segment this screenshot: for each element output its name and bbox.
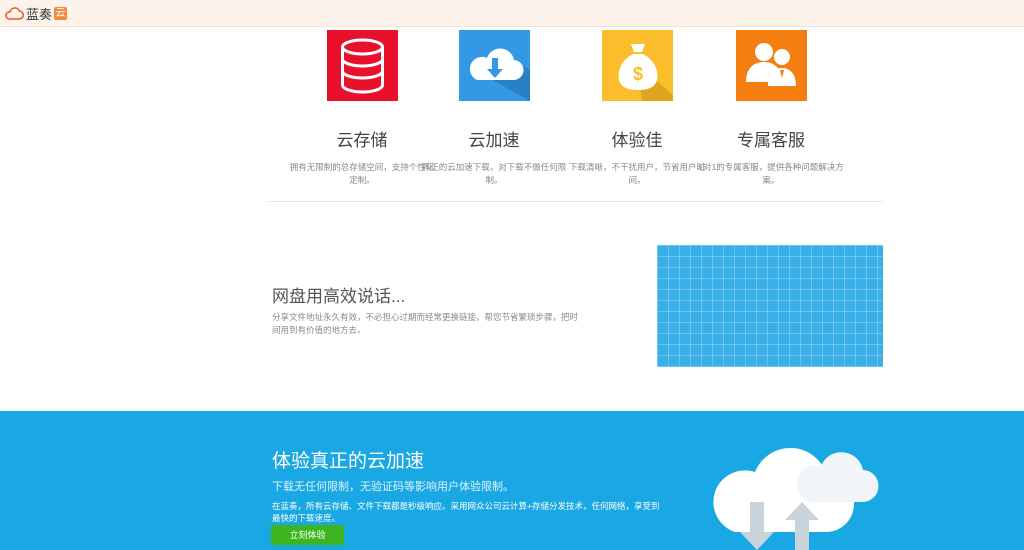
logo[interactable]: 蓝奏 云	[4, 3, 68, 23]
feature-desc: 下载清晰，不干扰用户，节省用户时间。	[568, 162, 705, 185]
svg-text:$: $	[632, 64, 642, 84]
logo-text: 蓝奏	[26, 6, 53, 22]
feature-desc: 1对1的专属客服，提供各种问题解决方案。	[698, 162, 844, 185]
feature-title: 体验佳	[611, 131, 663, 150]
promo-title: 体验真正的云加速	[272, 451, 425, 472]
section-divider	[268, 201, 883, 202]
feature-title: 云加速	[468, 131, 520, 150]
section-desc: 分享文件地址永久有效，不必担心过期而经常更换链接，帮您节省繁琐步骤，把时间用到有…	[272, 312, 579, 335]
customer-service-icon	[735, 30, 807, 101]
feature-desc: 拥有无限制的总存储空间，支持个性化定制。	[289, 162, 435, 185]
database-icon	[326, 30, 398, 101]
logo-badge: 云	[54, 6, 68, 20]
feature-title: 云存储	[336, 131, 388, 150]
cloud-download-icon	[458, 30, 530, 101]
cloud-logo-icon	[5, 7, 24, 20]
section-title: 网盘用高效说话...	[272, 287, 406, 306]
feature-desc: 真正的云加速下载，对下载不做任何限制。	[421, 162, 567, 185]
feature-cloud-acceleration: 云加速 真正的云加速下载，对下载不做任何限制。	[419, 30, 569, 187]
feature-customer-service: 专属客服 1对1的专属客服，提供各种问题解决方案。	[696, 30, 846, 187]
promo-subtitle: 下载无任何限制，无验证码等影响用户体验限制。	[272, 481, 514, 493]
top-bar: 蓝奏 云	[0, 0, 1024, 27]
feature-cloud-storage: 云存储 拥有无限制的总存储空间，支持个性化定制。	[287, 30, 437, 187]
promo-desc: 在蓝奏，所有云存储、文件下载都是秒级响应。采用网众公司云计算+存储分发技术，任何…	[272, 501, 660, 523]
grid-graphic	[657, 245, 883, 367]
feature-experience: $ 体验佳 下载清晰，不干扰用户，节省用户时间。	[562, 30, 712, 187]
cloud-transfer-icon	[713, 447, 879, 550]
try-now-button[interactable]: 立刻体验	[271, 525, 344, 545]
money-bag-icon: $	[601, 30, 673, 101]
feature-title: 专属客服	[737, 131, 805, 150]
